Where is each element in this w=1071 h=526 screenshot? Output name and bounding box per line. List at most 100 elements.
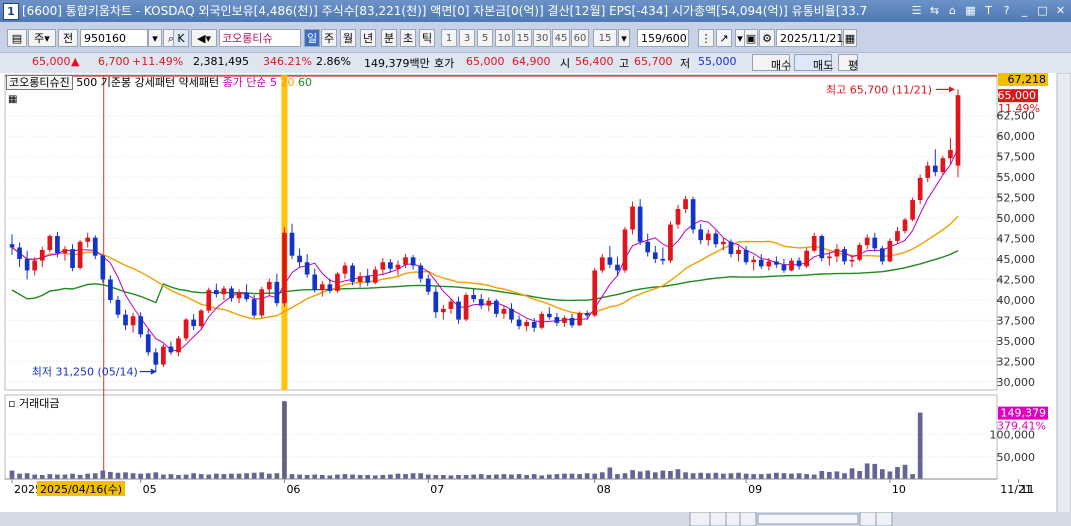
candle-body [70, 249, 75, 268]
stop-icon[interactable] [725, 512, 741, 526]
tab-period-4[interactable]: 분 [381, 29, 397, 47]
candle-body [758, 259, 764, 267]
candle-body [796, 260, 802, 267]
candle-body [297, 255, 302, 263]
maximize-icon[interactable]: □ [1034, 2, 1051, 19]
tab-period-3[interactable]: 년 [360, 29, 376, 47]
text-icon[interactable]: T [980, 2, 997, 19]
tab-period-2[interactable]: 월 [340, 29, 356, 47]
sell-button[interactable]: 매도 [794, 54, 834, 72]
volume-bar [630, 470, 635, 479]
interval-label: 1 [445, 33, 453, 44]
scrollbar[interactable] [757, 513, 859, 525]
interval-button[interactable]: 3 [459, 29, 475, 47]
bottom-bar [0, 512, 1071, 526]
price-tick-label: 37,500 [997, 314, 1036, 327]
item-name-field[interactable]: 코오롱티슈 [219, 29, 301, 47]
candle-body [456, 301, 461, 320]
volume-bar [418, 473, 424, 479]
interval-button[interactable]: 5 [477, 29, 493, 47]
volume-bar [115, 472, 121, 479]
volume-bar [395, 473, 401, 479]
zoom-in-icon[interactable] [689, 512, 711, 526]
interval-label: 15 [516, 33, 530, 44]
save-icon[interactable]: ▣ [744, 29, 758, 47]
volume-bar [168, 474, 174, 479]
volume-bar [448, 475, 454, 479]
chart-menu-icon[interactable]: ▦ [8, 94, 17, 105]
sound-icon[interactable]: ◀▾ [191, 29, 217, 47]
minimize-icon[interactable]: _ [1016, 2, 1033, 19]
lock-icon[interactable]: ⌂ [944, 2, 961, 19]
volume-pct-label: 379.41% [997, 420, 1046, 433]
link-icon[interactable]: ⇆ [926, 2, 943, 19]
period-label: 년 [362, 32, 374, 45]
prev-button[interactable]: 전 [58, 29, 78, 47]
zoom-out-icon[interactable] [875, 512, 893, 526]
candle-body [388, 262, 393, 269]
pct-label: 11.49% [998, 102, 1040, 115]
tab-period-5[interactable]: 초 [400, 29, 416, 47]
interval-select[interactable]: 15 [593, 29, 617, 47]
buy-button[interactable]: 매수 [752, 54, 791, 72]
vertical-scrollbar [1056, 73, 1071, 526]
count-input[interactable]: 159/600 [637, 29, 689, 47]
volume-bar [350, 474, 355, 479]
k-button[interactable]: K [173, 29, 189, 47]
volume-bar [879, 469, 885, 479]
chart-svg[interactable]: 62,50060,00057,50055,00052,50050,00047,5… [0, 73, 1071, 526]
candle-body [342, 265, 348, 274]
legend-item-name[interactable]: 코오롱티슈진 [6, 75, 73, 90]
interval-button[interactable]: 1 [441, 29, 457, 47]
candle-body [176, 338, 181, 353]
volume-bar [176, 475, 181, 479]
grid-icon[interactable]: ▦ [962, 2, 979, 19]
tab-period-6[interactable]: 틱 [419, 29, 435, 47]
volume-bar [713, 472, 719, 479]
volume-bar [92, 473, 98, 479]
settings-icon[interactable]: ⚙ [759, 29, 775, 47]
flat-button[interactable]: 평 [838, 54, 858, 72]
volume-bar [728, 473, 734, 479]
last-icon[interactable] [739, 512, 757, 526]
code-input[interactable]: 950160 [80, 29, 148, 47]
interval-dropdown-icon[interactable]: ▾ [618, 29, 630, 47]
tab-period-0[interactable]: 일 [304, 29, 320, 47]
calendar-icon[interactable]: ▦ [843, 29, 857, 47]
window-list-icon[interactable]: ☰ [908, 2, 925, 19]
candle-body [849, 259, 855, 262]
tab-period-1[interactable]: 주 [321, 29, 337, 47]
interval-button[interactable]: 10 [495, 29, 513, 47]
date-input[interactable]: 2025/11/21 [776, 29, 843, 47]
draw-icon[interactable]: ↗ [716, 29, 732, 47]
first-icon[interactable] [709, 512, 727, 526]
candle-body [622, 229, 628, 271]
interval-button[interactable]: 15 [514, 29, 532, 47]
candle-body [774, 261, 779, 265]
next-icon[interactable] [859, 512, 877, 526]
interval-label: 5 [481, 33, 489, 44]
type-select[interactable]: 주▾ [28, 29, 56, 47]
window-number: 1 [3, 3, 19, 20]
chart-legend: 코오롱티슈진 500 기준봉 강세패턴 약세패턴 종가 단순 5 20 60 [6, 74, 312, 90]
interval-button[interactable]: 45 [552, 29, 570, 47]
candle-body [463, 294, 469, 320]
chart-area[interactable]: 62,500 60,000 57,500 55,000 52,500 50,000 47,5… [0, 73, 1071, 526]
candle-body [713, 233, 719, 245]
candle-body [879, 248, 885, 262]
interval-button[interactable]: 30 [533, 29, 551, 47]
indicator-icon[interactable]: ⋮ [698, 29, 714, 47]
layout-icon[interactable]: ▤ [7, 29, 27, 47]
volume-bar [569, 473, 575, 479]
candle-body [138, 316, 144, 335]
interval-label: 30 [535, 33, 549, 44]
volume-bar [77, 475, 83, 479]
code-dropdown-icon[interactable]: ▾ [148, 29, 162, 47]
sell-label: 매도 [813, 59, 834, 72]
volume-bar [637, 471, 643, 479]
interval-button[interactable]: 60 [571, 29, 589, 47]
interval-label: 45 [554, 33, 568, 44]
candle-body [857, 245, 862, 260]
help-icon[interactable]: ? [998, 2, 1015, 19]
close-icon[interactable]: ✕ [1052, 2, 1069, 19]
